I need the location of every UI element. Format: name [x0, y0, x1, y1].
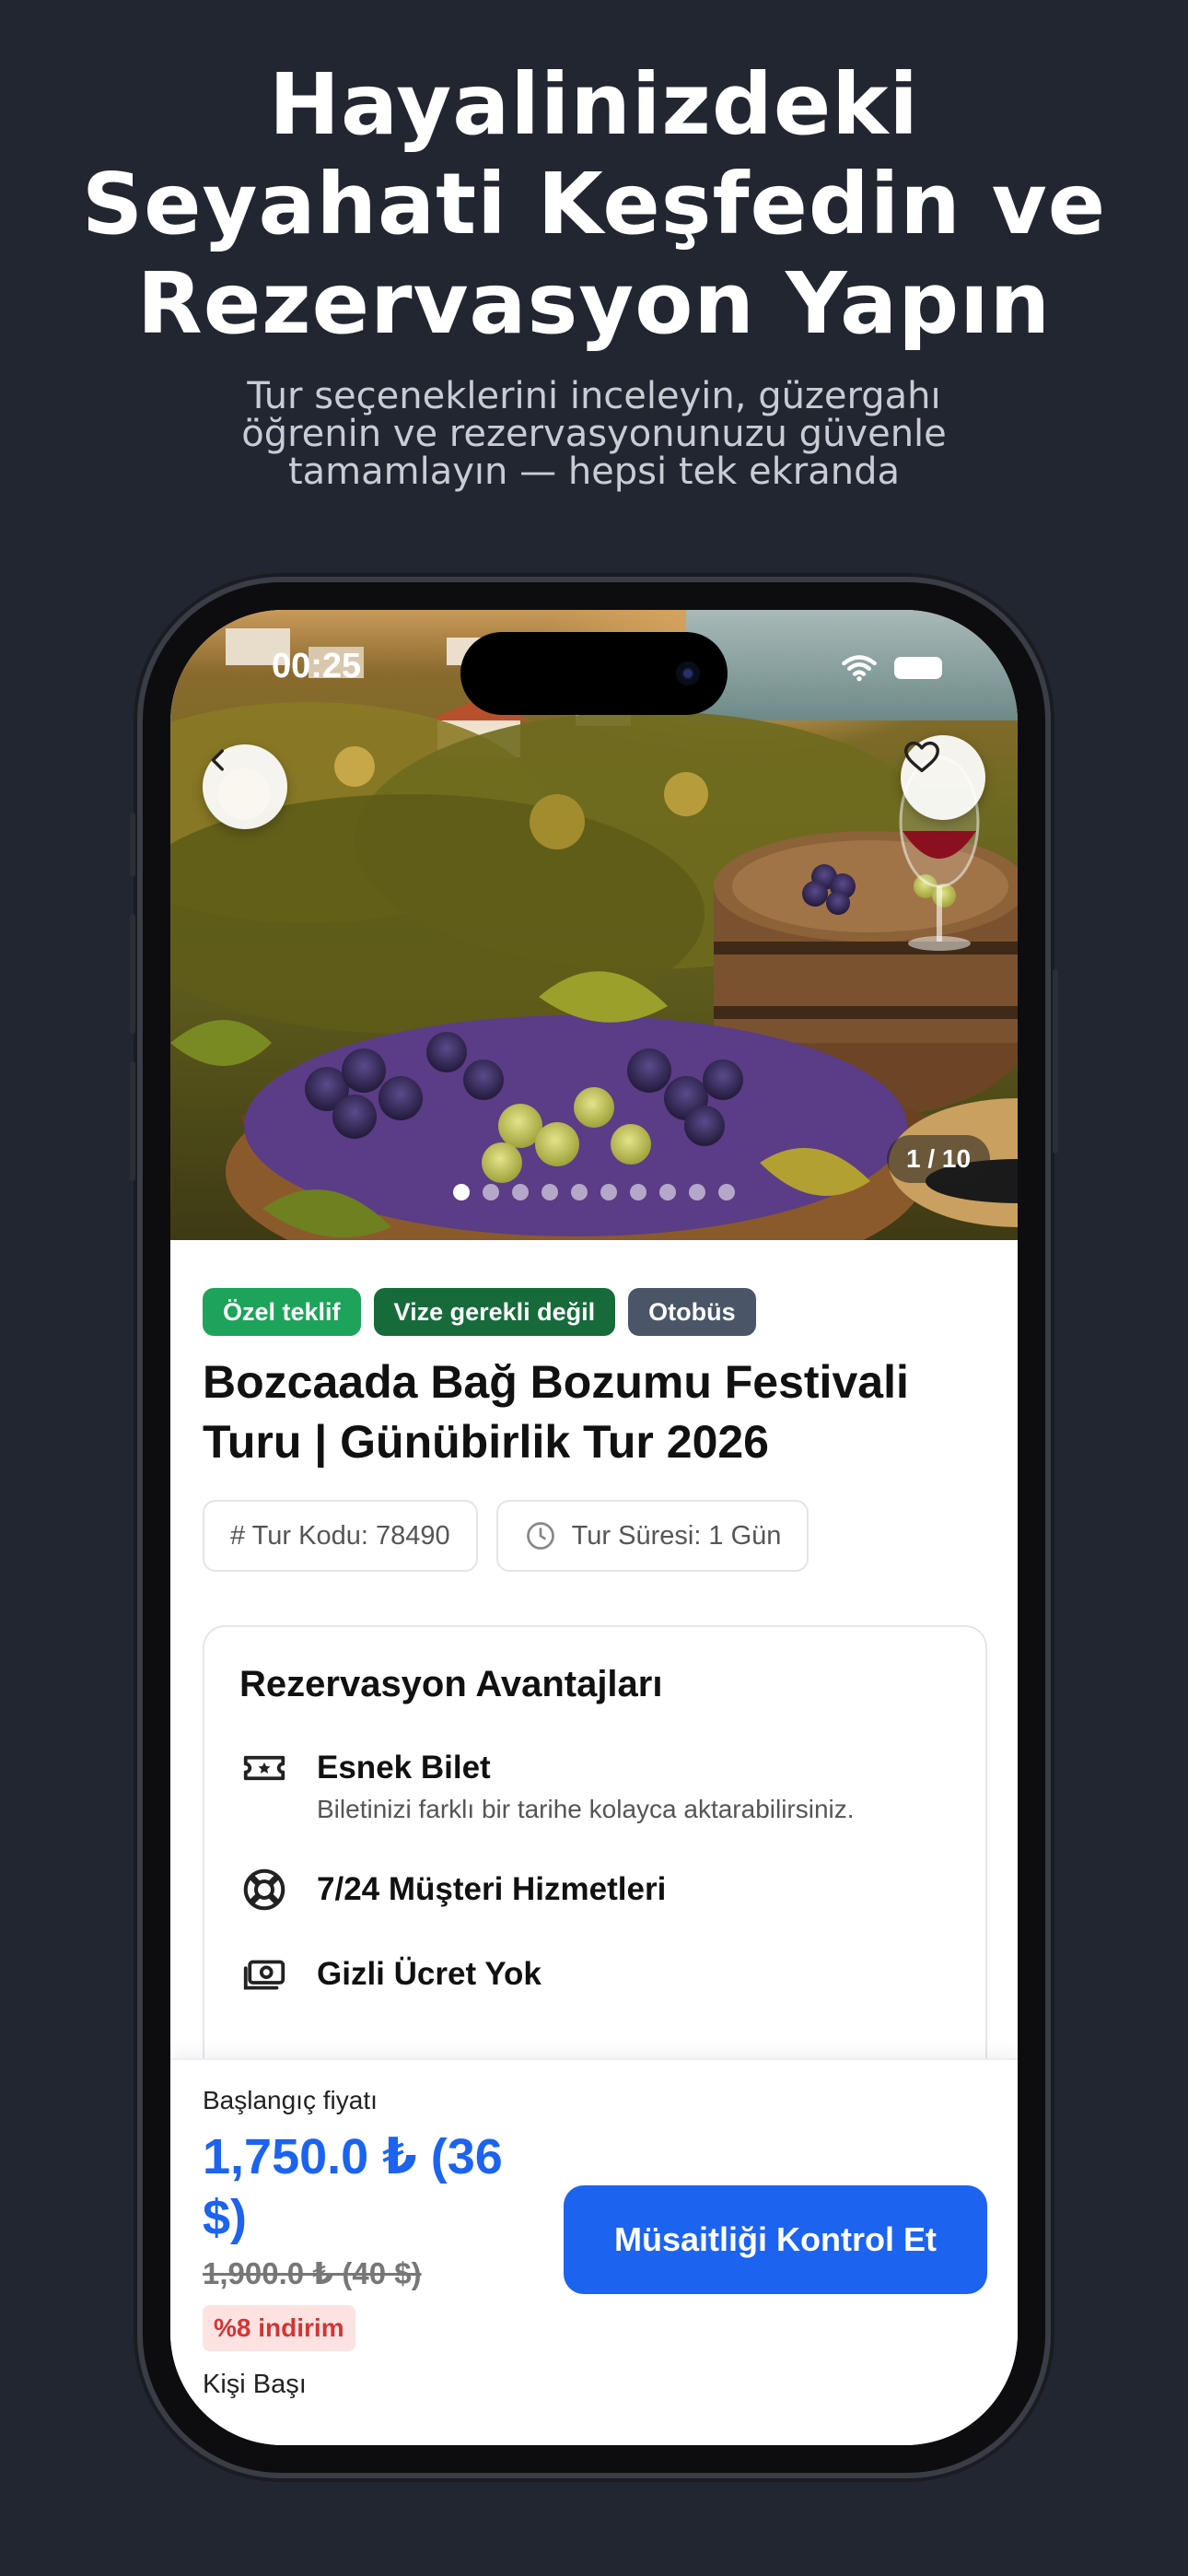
- advantages-title: Rezervasyon Avantajları: [239, 1664, 663, 1704]
- marketing-subhead: Tur seçeneklerini inceleyin, güzergahı ö…: [0, 378, 1188, 491]
- chevron-left-icon: [211, 749, 224, 771]
- advantage-desc: Biletinizi farklı bir tarihe kolayca akt…: [317, 1795, 855, 1823]
- carousel-dot[interactable]: [453, 1184, 470, 1200]
- advantage-item: Gizli Ücret Yok: [239, 1950, 542, 1999]
- tour-title-line: Turu | Günübirlik Tur 2026: [203, 1416, 769, 1468]
- volume-up-button: [130, 914, 135, 1034]
- clock-icon: [526, 1522, 554, 1550]
- volume-down-button: [130, 1061, 135, 1181]
- subhead-line: öğrenin ve rezervasyonunuzu güvenle: [241, 413, 947, 455]
- lifebuoy-icon: [239, 1865, 289, 1914]
- carousel-dot[interactable]: [512, 1184, 529, 1200]
- tour-title: Bozcaada Bağ Bozumu Festivali Turu | Gün…: [203, 1352, 995, 1472]
- tour-duration-text: Tur Süresi: 1 Gün: [571, 1520, 782, 1551]
- back-button[interactable]: [203, 744, 287, 829]
- advantage-item: Esnek Bilet Biletinizi farklı bir tarihe…: [239, 1743, 855, 1824]
- tour-code-chip: # Tur Kodu: 78490: [203, 1500, 478, 1572]
- heart-icon: [904, 741, 939, 773]
- current-price-line: 1,750.0 ₺ (36: [203, 2129, 503, 2184]
- carousel-dot[interactable]: [659, 1184, 676, 1200]
- image-counter: 1 / 10: [887, 1135, 990, 1183]
- current-price-line: $): [203, 2190, 248, 2245]
- advantage-title: 7/24 Müşteri Hizmetleri: [317, 1871, 667, 1907]
- status-time: 00:25: [272, 647, 362, 685]
- check-availability-button[interactable]: Müsaitliği Kontrol Et: [564, 2185, 987, 2294]
- badge-row: Özel teklif Vize gerekli değil Otobüs: [203, 1288, 756, 1336]
- cash-icon: [239, 1950, 289, 1999]
- tour-code-text: # Tur Kodu: 78490: [230, 1520, 450, 1551]
- dynamic-island: [460, 632, 728, 715]
- badge-no-visa: Vize gerekli değil: [373, 1288, 616, 1336]
- current-price: 1,750.0 ₺ (36 $): [203, 2126, 553, 2248]
- carousel-dot[interactable]: [571, 1184, 588, 1200]
- badge-bus: Otobüs: [628, 1288, 756, 1336]
- headline-line: Seyahati Keşfedin ve: [81, 155, 1107, 253]
- power-button: [1053, 969, 1058, 1153]
- old-price: 1,900.0 ₺ (40 $): [203, 2256, 422, 2290]
- subhead-line: tamamlayın — hepsi tek ekranda: [287, 451, 900, 493]
- price-unit: Kişi Başı: [203, 2370, 307, 2399]
- marketing-headline: Hayalinizdeki Seyahati Keşfedin ve Rezer…: [0, 55, 1188, 354]
- status-icons: [841, 654, 942, 682]
- ticket-icon: [239, 1743, 289, 1793]
- price-label: Başlangıç fiyatı: [203, 2086, 378, 2114]
- carousel-dot[interactable]: [718, 1184, 735, 1200]
- carousel-dots[interactable]: [170, 1184, 1018, 1200]
- carousel-dot[interactable]: [630, 1184, 646, 1200]
- tour-duration-chip: Tur Süresi: 1 Gün: [495, 1500, 809, 1572]
- booking-advantages-card: Rezervasyon Avantajları Esnek Bilet Bile…: [203, 1625, 987, 2104]
- advantage-item: 7/24 Müşteri Hizmetleri: [239, 1865, 666, 1914]
- front-camera: [676, 662, 700, 685]
- battery-icon: [894, 657, 942, 679]
- carousel-dot[interactable]: [689, 1184, 705, 1200]
- headline-line: Rezervasyon Yapın: [136, 254, 1052, 353]
- carousel-dot[interactable]: [483, 1184, 499, 1200]
- badge-special-offer: Özel teklif: [203, 1288, 361, 1336]
- tour-title-line: Bozcaada Bağ Bozumu Festivali: [203, 1356, 909, 1408]
- advantage-title: Esnek Bilet: [317, 1750, 491, 1786]
- tour-info-chips: # Tur Kodu: 78490 Tur Süresi: 1 Gün: [203, 1500, 809, 1572]
- wifi-icon: [842, 655, 877, 682]
- booking-bar: Başlangıç fiyatı 1,750.0 ₺ (36 $) 1,900.…: [170, 2058, 1018, 2445]
- silent-switch: [130, 813, 135, 877]
- subhead-line: Tur seçeneklerini inceleyin, güzergahı: [247, 375, 941, 417]
- discount-badge: %8 indirim: [203, 2305, 355, 2351]
- carousel-dot[interactable]: [600, 1184, 617, 1200]
- favorite-button[interactable]: [901, 735, 985, 820]
- advantage-title: Gizli Ücret Yok: [317, 1956, 542, 1992]
- headline-line: Hayalinizdeki: [269, 55, 919, 154]
- phone-frame: 1 / 10 00:25 Özel teklif Vize gerekli de…: [130, 582, 1058, 2473]
- phone-screen: 1 / 10 00:25 Özel teklif Vize gerekli de…: [170, 610, 1018, 2445]
- carousel-dot[interactable]: [542, 1184, 558, 1200]
